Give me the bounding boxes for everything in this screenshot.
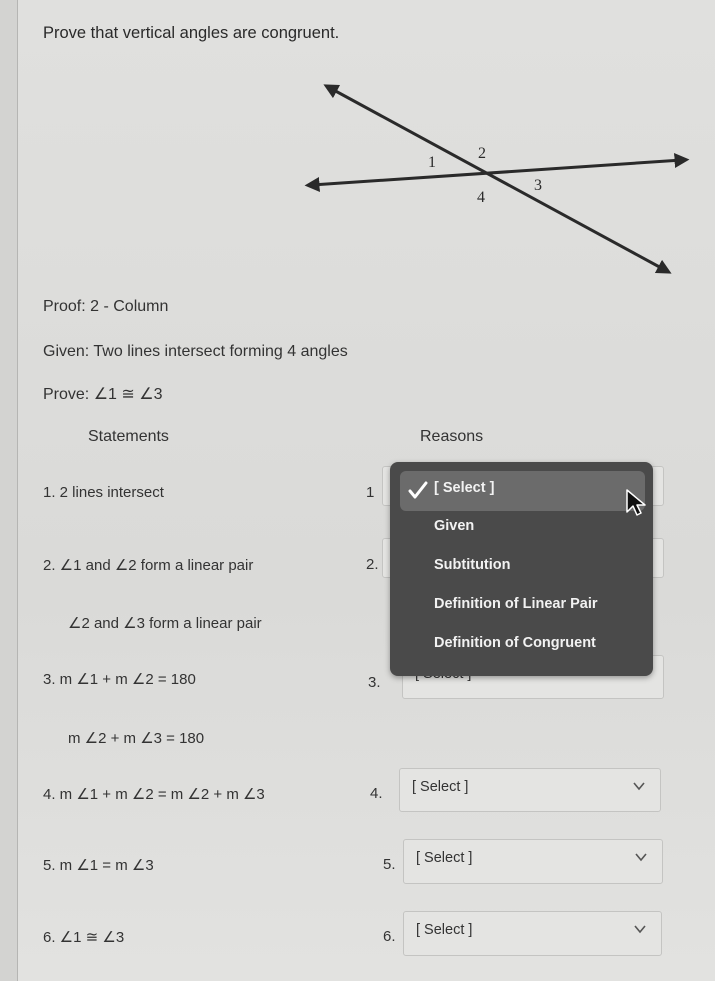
chevron-down-icon bbox=[634, 925, 646, 934]
proof-type: Proof: 2 - Column bbox=[43, 298, 169, 315]
dropdown-option-definition-congruent[interactable]: Definition of Congruent bbox=[434, 635, 596, 651]
mouse-pointer-icon bbox=[626, 489, 646, 516]
reason-select-5-value: [ Select ] bbox=[416, 850, 473, 866]
question-title: Prove that vertical angles are congruent… bbox=[43, 24, 340, 42]
statement-2: 2. ∠1 and ∠2 form a linear pair bbox=[43, 557, 254, 574]
statement-1: 1. 2 lines intersect bbox=[43, 484, 164, 501]
statement-4: 4. m ∠1 + m ∠2 = m ∠2 + m ∠3 bbox=[43, 786, 265, 803]
dropdown-option-given[interactable]: Given bbox=[434, 518, 474, 534]
left-rail bbox=[0, 0, 18, 981]
reasons-header: Reasons bbox=[420, 428, 484, 445]
angle-label-4: 4 bbox=[477, 189, 485, 206]
dropdown-option-substitution[interactable]: Subtitution bbox=[434, 557, 511, 573]
reason-select-6[interactable]: [ Select ] bbox=[403, 911, 662, 956]
prove-text: Prove: ∠1 ≅ ∠3 bbox=[43, 386, 163, 403]
statement-5: 5. m ∠1 = m ∠3 bbox=[43, 857, 154, 874]
given-text: Given: Two lines intersect forming 4 ang… bbox=[43, 343, 348, 360]
reason-number-2: 2. bbox=[366, 556, 379, 573]
chevron-down-icon bbox=[633, 782, 645, 791]
reason-number-3: 3. bbox=[368, 674, 381, 691]
check-icon bbox=[408, 481, 428, 499]
dropdown-option-definition-linear-pair[interactable]: Definition of Linear Pair bbox=[434, 596, 598, 612]
chevron-down-icon bbox=[635, 853, 647, 862]
angle-label-2: 2 bbox=[478, 145, 486, 162]
statement-3-line2: m ∠2 + m ∠3 = 180 bbox=[68, 730, 205, 747]
reason-number-6: 6. bbox=[383, 928, 396, 945]
horizontal-line bbox=[304, 153, 690, 192]
reason-select-4-value: [ Select ] bbox=[412, 779, 469, 795]
reason-dropdown-menu: [ Select ] Given Subtitution Definition … bbox=[390, 462, 653, 676]
angle-label-3: 3 bbox=[534, 177, 542, 194]
statement-2-line2: ∠2 and ∠3 form a linear pair bbox=[68, 615, 262, 632]
dropdown-option-select[interactable]: [ Select ] bbox=[434, 480, 494, 496]
reason-number-4: 4. bbox=[370, 785, 383, 802]
vertical-angles-diagram: 1 2 3 4 bbox=[304, 84, 690, 274]
reason-number-5: 5. bbox=[383, 856, 396, 873]
statement-3: 3. m ∠1 + m ∠2 = 180 bbox=[43, 671, 196, 688]
reason-select-5[interactable]: [ Select ] bbox=[403, 839, 663, 884]
reason-select-4[interactable]: [ Select ] bbox=[399, 768, 661, 812]
statements-header: Statements bbox=[88, 428, 169, 445]
angle-label-1: 1 bbox=[428, 154, 436, 171]
reason-select-6-value: [ Select ] bbox=[416, 922, 473, 938]
statement-6: 6. ∠1 ≅ ∠3 bbox=[43, 929, 125, 946]
reason-number-1: 1 bbox=[366, 484, 375, 501]
